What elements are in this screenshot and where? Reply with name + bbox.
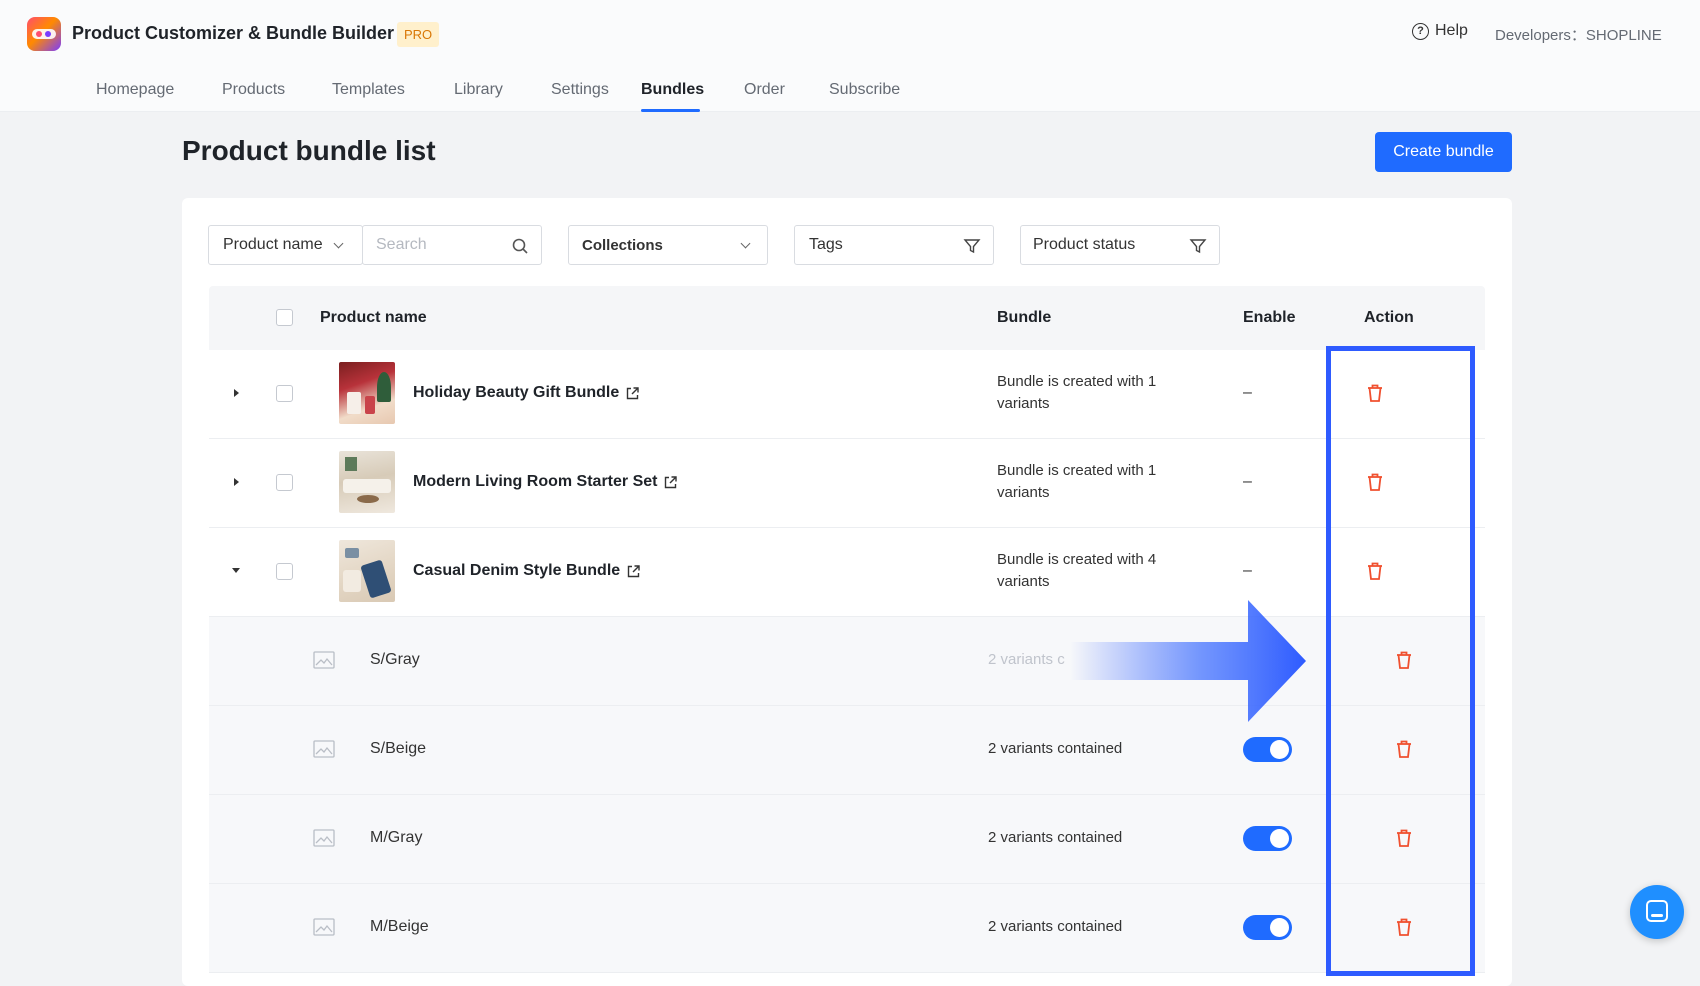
row-checkbox[interactable] [276, 563, 293, 580]
product-name-link[interactable]: Casual Denim Style Bundle [413, 562, 641, 580]
variant-name: M/Gray [370, 829, 423, 846]
bundle-summary: Bundle is created with 4 variants [997, 549, 1197, 593]
product-name-select[interactable]: Product name [208, 225, 363, 265]
pro-badge: PRO [397, 22, 440, 47]
enable-toggle[interactable] [1243, 915, 1292, 940]
developers-label: Developers：SHOPLINE [1495, 27, 1662, 44]
tab-order[interactable]: Order [744, 81, 785, 99]
header-product-name: Product name [320, 309, 427, 326]
header-enable: Enable [1243, 309, 1296, 326]
enable-toggle[interactable] [1243, 826, 1292, 851]
header-bundle: Bundle [997, 309, 1052, 326]
chevron-down-icon [740, 238, 751, 249]
row-checkbox[interactable] [276, 474, 293, 491]
external-link-icon[interactable] [625, 386, 640, 401]
action-column-highlight [1326, 346, 1475, 976]
help-link[interactable]: ? Help [1412, 22, 1468, 40]
filter-icon [963, 239, 981, 254]
external-link-icon[interactable] [626, 564, 641, 579]
question-circle-icon: ? [1412, 22, 1429, 40]
tab-settings[interactable]: Settings [551, 81, 609, 99]
product-name: Modern Living Room Starter Set [413, 473, 658, 490]
chat-icon [1646, 900, 1668, 922]
annotation-arrow [1070, 600, 1306, 722]
filter-icon [1189, 239, 1207, 254]
header-action: Action [1364, 309, 1414, 326]
search-placeholder: Search [376, 236, 427, 253]
tab-bundles[interactable]: Bundles [641, 81, 704, 99]
product-name-link[interactable]: Modern Living Room Starter Set [413, 473, 678, 491]
tab-products[interactable]: Products [222, 81, 285, 99]
chat-button[interactable] [1630, 885, 1684, 939]
collapse-row-caret-icon[interactable] [232, 568, 240, 573]
enable-value: – [1243, 473, 1252, 490]
app-logo [27, 17, 61, 51]
bundle-summary-line2: variants [997, 484, 1050, 501]
variant-name: M/Beige [370, 918, 429, 935]
collections-select[interactable]: Collections [568, 225, 768, 265]
product-name-link[interactable]: Holiday Beauty Gift Bundle [413, 384, 640, 402]
page-title: Product bundle list [182, 135, 436, 166]
enable-value: – [1243, 562, 1252, 579]
table-row [209, 439, 1485, 528]
bundle-summary-line1: Bundle is created with 1 [997, 462, 1157, 479]
tags-label: Tags [809, 236, 843, 253]
product-status-label: Product status [1033, 236, 1136, 253]
variant-bundle-summary: 2 variants contained [988, 740, 1123, 757]
image-placeholder-icon [313, 829, 335, 847]
bundle-summary: Bundle is created with 1 variants [997, 371, 1197, 415]
app-title: Product Customizer & Bundle Builder [72, 23, 395, 43]
table-row [209, 350, 1485, 439]
variant-bundle-summary: 2 variants contained [988, 829, 1123, 846]
enable-toggle[interactable] [1243, 737, 1292, 762]
image-placeholder-icon [313, 740, 335, 758]
tab-homepage[interactable]: Homepage [96, 81, 174, 99]
active-tab-indicator [641, 109, 700, 112]
bundle-summary-line2: variants [997, 573, 1050, 590]
create-bundle-button[interactable]: Create bundle [1375, 132, 1512, 172]
image-placeholder-icon [313, 651, 335, 669]
row-checkbox[interactable] [276, 385, 293, 402]
product-name: Casual Denim Style Bundle [413, 562, 621, 579]
bundle-summary: Bundle is created with 1 variants [997, 460, 1197, 504]
product-thumbnail [339, 451, 395, 513]
tab-subscribe[interactable]: Subscribe [829, 81, 900, 99]
variant-bundle-summary: 2 variants c [988, 651, 1065, 668]
product-name-select-label: Product name [223, 236, 323, 253]
external-link-icon[interactable] [663, 475, 678, 490]
product-thumbnail [339, 540, 395, 602]
expand-row-caret-icon[interactable] [234, 478, 239, 486]
variant-name: S/Gray [370, 651, 420, 668]
bundle-summary-line1: Bundle is created with 4 [997, 551, 1157, 568]
product-status-filter[interactable]: Product status [1020, 225, 1220, 265]
chevron-down-icon [333, 238, 344, 249]
variant-name: S/Beige [370, 740, 427, 757]
enable-value: – [1243, 384, 1252, 401]
product-name: Holiday Beauty Gift Bundle [413, 384, 620, 401]
variant-bundle-summary: 2 variants contained [988, 918, 1123, 935]
app-header: Product Customizer & Bundle Builder PRO … [0, 0, 1700, 68]
tab-library[interactable]: Library [454, 81, 503, 99]
search-input[interactable]: Search [362, 225, 542, 265]
collections-label: Collections [582, 236, 663, 254]
image-placeholder-icon [313, 918, 335, 936]
expand-row-caret-icon[interactable] [234, 389, 239, 397]
bundle-summary-line1: Bundle is created with 1 [997, 373, 1157, 390]
tags-filter[interactable]: Tags [794, 225, 994, 265]
bundle-summary-line2: variants [997, 395, 1050, 412]
tab-templates[interactable]: Templates [332, 81, 405, 99]
product-thumbnail [339, 362, 395, 424]
select-all-checkbox[interactable] [276, 309, 293, 326]
help-label: Help [1435, 22, 1468, 39]
search-icon [512, 238, 528, 254]
